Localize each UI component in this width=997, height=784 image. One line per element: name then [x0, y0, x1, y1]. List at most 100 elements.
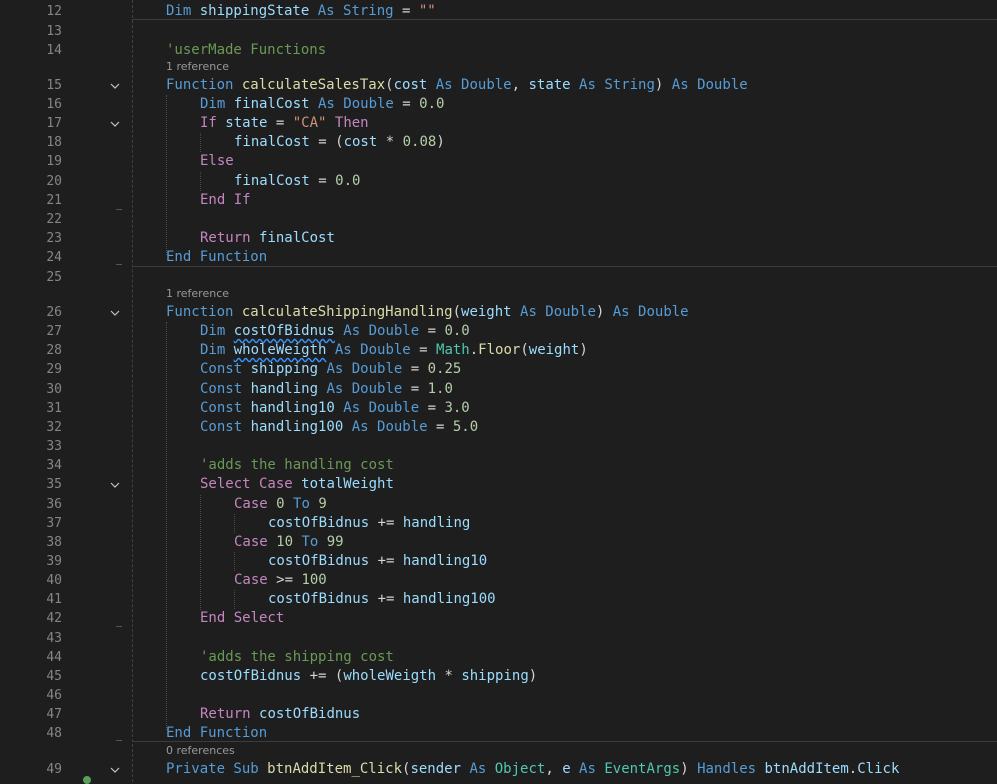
code-text[interactable]: 'adds the shipping cost: [200, 648, 394, 667]
code-text[interactable]: Const handling As Double = 1.0: [200, 380, 453, 399]
code-text[interactable]: Private Sub btnAddItem_Click(sender As O…: [166, 760, 899, 779]
code-line[interactable]: 46: [0, 686, 997, 705]
code-text[interactable]: costOfBidnus += (wholeWeigth * shipping): [200, 667, 537, 686]
code-token: = (: [309, 134, 344, 150]
code-token: btnAddItem_Click: [267, 761, 403, 777]
code-text[interactable]: End Function: [166, 248, 267, 267]
code-token: cost: [343, 134, 378, 150]
code-line[interactable]: 23 Return finalCost: [0, 229, 997, 248]
code-text[interactable]: finalCost = 0.0: [234, 172, 360, 191]
code-token: costOfBidnus: [268, 515, 370, 531]
code-text[interactable]: Function calculateSalesTax(cost As Doubl…: [166, 76, 748, 95]
code-token: Handles: [697, 761, 765, 777]
code-line[interactable]: 32 Const handling100 As Double = 5.0: [0, 418, 997, 437]
code-line[interactable]: 22: [0, 210, 997, 229]
code-text[interactable]: finalCost = (cost * 0.08): [234, 133, 445, 152]
code-text[interactable]: Dim costOfBidnus As Double = 0.0: [200, 322, 470, 341]
chevron-down-icon[interactable]: [109, 303, 121, 322]
code-token: To: [284, 496, 319, 512]
code-lens-references[interactable]: 0 references: [166, 744, 235, 758]
code-lens-references[interactable]: 1 reference: [166, 60, 229, 74]
code-line[interactable]: 44 'adds the shipping cost: [0, 648, 997, 667]
code-line[interactable]: 31 Const handling10 As Double = 3.0: [0, 399, 997, 418]
code-text[interactable]: costOfBidnus += handling100: [268, 590, 496, 609]
chevron-down-icon[interactable]: [109, 760, 121, 779]
code-text[interactable]: Dim wholeWeigth As Double = Math.Floor(w…: [200, 341, 588, 360]
code-text[interactable]: Case 0 To 9: [234, 495, 327, 514]
code-text[interactable]: 'userMade Functions: [166, 41, 326, 60]
code-text[interactable]: Return costOfBidnus: [200, 705, 360, 724]
code-line[interactable]: 14 'userMade Functions: [0, 41, 997, 60]
code-text[interactable]: Const handling10 As Double = 3.0: [200, 399, 470, 418]
code-token: As Double: [612, 304, 689, 320]
code-editor[interactable]: 1 reference 1 reference 0 references 12 D…: [0, 0, 997, 784]
code-text[interactable]: Dim finalCost As Double = 0.0: [200, 95, 444, 114]
code-token: calculateShippingHandling: [241, 304, 453, 320]
code-token: Math: [436, 342, 470, 358]
code-text[interactable]: End If: [200, 191, 251, 210]
code-text[interactable]: costOfBidnus += handling10: [268, 552, 487, 571]
code-line[interactable]: 17 If state = "CA" Then: [0, 114, 997, 133]
code-text[interactable]: Return finalCost: [200, 229, 335, 248]
code-text[interactable]: Else: [200, 152, 234, 171]
code-text[interactable]: Const shipping As Double = 0.25: [200, 360, 461, 379]
code-line[interactable]: 26 Function calculateShippingHandling(wei…: [0, 303, 997, 322]
code-token: Function: [166, 304, 242, 320]
code-text[interactable]: If state = "CA" Then: [200, 114, 369, 133]
code-line[interactable]: 48 End Function: [0, 724, 997, 743]
code-line[interactable]: 18 finalCost = (cost * 0.08): [0, 133, 997, 152]
chevron-down-icon[interactable]: [109, 76, 121, 95]
code-token: End Function: [166, 725, 268, 741]
code-text[interactable]: Function calculateShippingHandling(weigh…: [166, 303, 689, 322]
code-text[interactable]: Dim shippingState As String = "": [166, 2, 436, 21]
code-line[interactable]: 19 Else: [0, 152, 997, 171]
code-line[interactable]: 42 End Select: [0, 609, 997, 628]
code-line[interactable]: 35 Select Case totalWeight: [0, 475, 997, 494]
code-line[interactable]: 29 Const shipping As Double = 0.25: [0, 360, 997, 379]
chevron-down-icon[interactable]: [109, 114, 121, 133]
code-line[interactable]: 24 End Function: [0, 248, 997, 267]
code-line[interactable]: 33: [0, 437, 997, 456]
code-text[interactable]: Case >= 100: [234, 571, 327, 590]
code-text[interactable]: End Select: [200, 609, 284, 628]
code-line[interactable]: 45 costOfBidnus += (wholeWeigth * shippin…: [0, 667, 997, 686]
code-line[interactable]: 13: [0, 22, 997, 41]
line-number: 23: [46, 231, 62, 246]
line-number: 40: [46, 573, 62, 588]
code-token: e: [562, 761, 571, 777]
code-line[interactable]: 36 Case 0 To 9: [0, 495, 997, 514]
code-line[interactable]: 38 Case 10 To 99: [0, 533, 997, 552]
code-text[interactable]: Const handling100 As Double = 5.0: [200, 418, 478, 437]
code-line[interactable]: 12 Dim shippingState As String = "": [0, 2, 997, 21]
code-token: shipping: [461, 668, 529, 684]
code-line[interactable]: 49 Private Sub btnAddItem_Click(sender As…: [0, 760, 997, 779]
code-line[interactable]: 25: [0, 268, 997, 287]
code-text[interactable]: 'adds the handling cost: [200, 456, 394, 475]
code-line[interactable]: 28 Dim wholeWeigth As Double = Math.Floor…: [0, 341, 997, 360]
code-line[interactable]: 37 costOfBidnus += handling: [0, 514, 997, 533]
code-line[interactable]: 27 Dim costOfBidnus As Double = 0.0: [0, 322, 997, 341]
code-text[interactable]: End Function: [166, 724, 267, 743]
code-line[interactable]: 41 costOfBidnus += handling100: [0, 590, 997, 609]
code-line[interactable]: 40 Case >= 100: [0, 571, 997, 590]
code-token: sender: [410, 761, 462, 777]
code-line[interactable]: 39 costOfBidnus += handling10: [0, 552, 997, 571]
line-number: 25: [46, 270, 62, 285]
code-line[interactable]: 21 End If: [0, 191, 997, 210]
code-token: costOfBidnus: [200, 668, 302, 684]
code-line[interactable]: 43: [0, 629, 997, 648]
code-line[interactable]: 30 Const handling As Double = 1.0: [0, 380, 997, 399]
code-text[interactable]: Select Case totalWeight: [200, 475, 394, 494]
code-text[interactable]: costOfBidnus += handling: [268, 514, 470, 533]
code-line[interactable]: 47 Return costOfBidnus: [0, 705, 997, 724]
code-line[interactable]: 16 Dim finalCost As Double = 0.0: [0, 95, 997, 114]
code-line[interactable]: 15 Function calculateSalesTax(cost As Dou…: [0, 76, 997, 95]
code-line[interactable]: 20 finalCost = 0.0: [0, 172, 997, 191]
line-number: 26: [46, 305, 62, 320]
chevron-down-icon[interactable]: [109, 475, 121, 494]
code-lens-references[interactable]: 1 reference: [166, 287, 229, 301]
line-number: 47: [46, 707, 62, 722]
code-line[interactable]: 34 'adds the handling cost: [0, 456, 997, 475]
code-token: =: [427, 323, 445, 339]
code-text[interactable]: Case 10 To 99: [234, 533, 344, 552]
